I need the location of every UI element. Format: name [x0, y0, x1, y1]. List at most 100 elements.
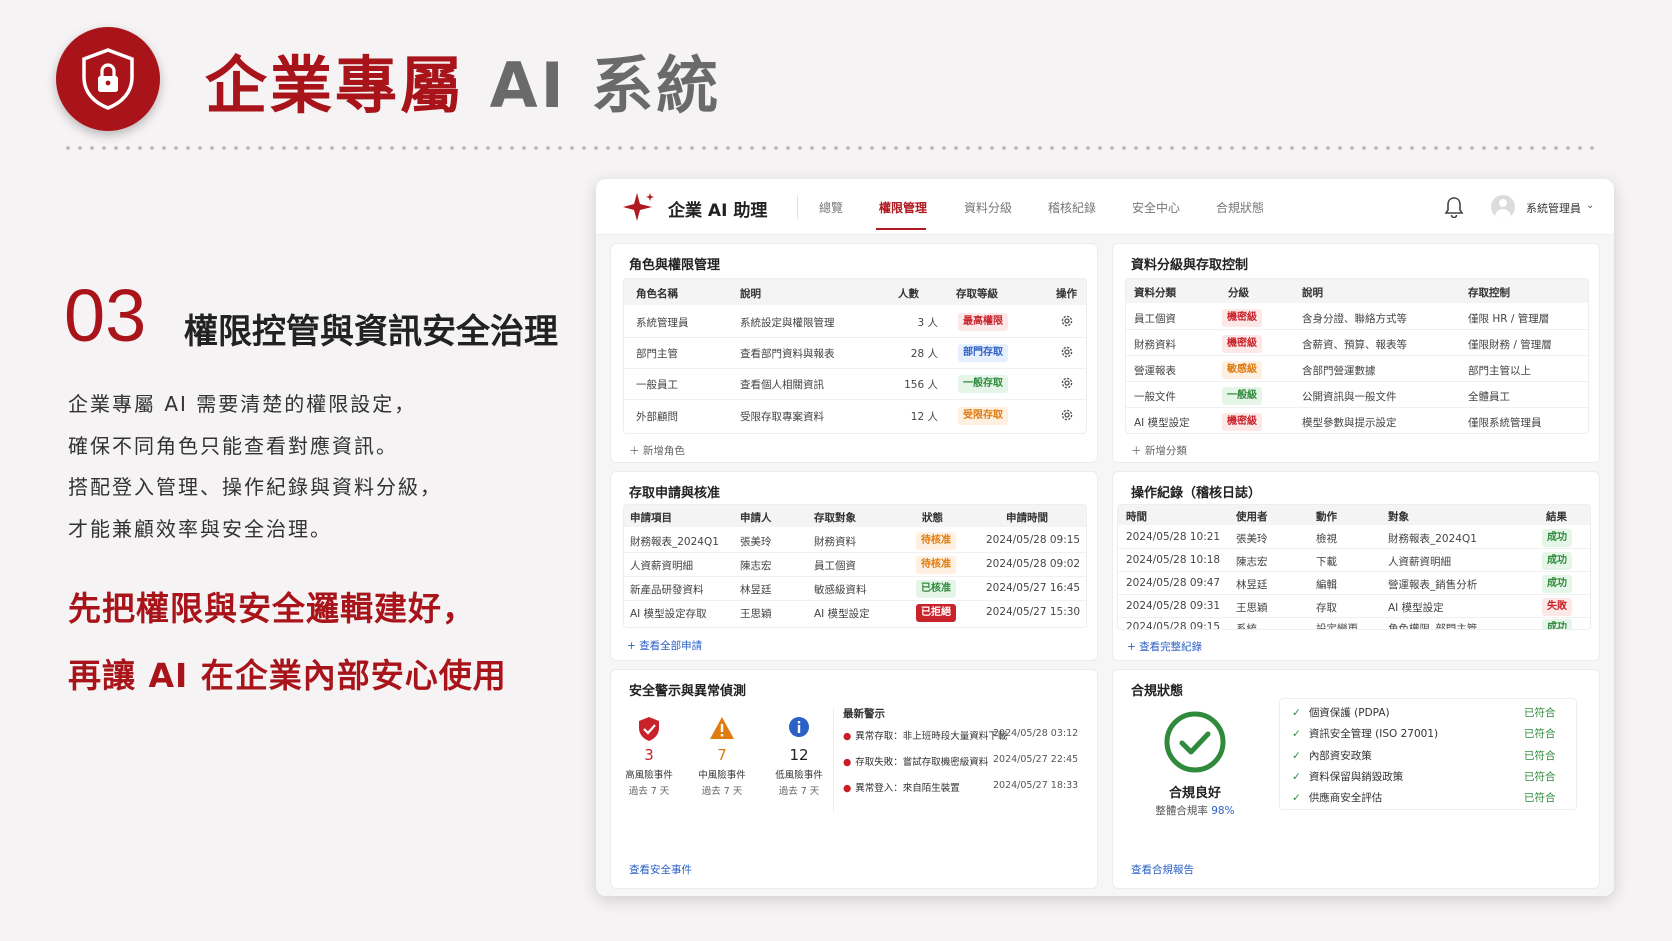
check-icon: ✓ [1292, 771, 1301, 783]
role-desc: 受限存取專案資料 [740, 411, 824, 423]
class-access: 僅限 HR / 管理層 [1468, 313, 1550, 325]
app-brand: 企業 AI 助理 [668, 201, 768, 221]
audit-time: 2024/05/28 09:15 [1126, 621, 1221, 630]
request-item[interactable]: 新產品研發資料 [630, 582, 704, 597]
gear-icon[interactable] [1060, 376, 1074, 390]
view-all-requests-link[interactable]: + 查看全部申請 [627, 638, 702, 653]
alert-item[interactable]: ● 異常存取：非上班時段大量資料下載 [843, 728, 1007, 742]
result-badge: 成功 [1542, 552, 1572, 570]
add-role-button[interactable]: ＋ 新增角色 [629, 443, 685, 458]
view-compliance-report-link[interactable]: 查看合規報告 [1131, 862, 1194, 877]
audit-user: 陳志宏 [1236, 556, 1268, 568]
result-badge: 成功 [1542, 619, 1572, 629]
add-category-button[interactable]: ＋ 新增分類 [1131, 443, 1187, 458]
roles-table: 角色名稱 說明 人數 存取等級 操作 系統管理員 系統設定與權限管理 3 人 最… [623, 278, 1087, 434]
status-badge: 已核准 [916, 580, 956, 598]
slide-title: 企業專屬 AI 系統 [205, 46, 721, 126]
tab-permissions[interactable]: 權限管理 [879, 199, 927, 216]
tab-security[interactable]: 安全中心 [1132, 199, 1180, 216]
audit-time: 2024/05/28 10:18 [1126, 554, 1221, 566]
view-full-log-link[interactable]: + 查看完整紀錄 [1127, 639, 1202, 654]
tab-classification[interactable]: 資料分級 [964, 199, 1012, 216]
gear-icon[interactable] [1060, 345, 1074, 359]
check-icon: ✓ [1292, 750, 1301, 762]
tab-compliance[interactable]: 合規狀態 [1216, 199, 1264, 216]
classification-card-title: 資料分級與存取控制 [1131, 258, 1249, 273]
medium-risk-period: 過去 7 天 [701, 786, 743, 797]
role-count: 156 人 [904, 379, 938, 391]
access-badge: 受限存取 [958, 407, 1008, 425]
bell-icon[interactable] [1444, 196, 1464, 218]
user-name[interactable]: 系統管理員 [1526, 200, 1581, 216]
slide-title-red: 企業專屬 [205, 49, 466, 122]
col-header: 角色名稱 [636, 288, 678, 300]
audit-table-header: 時間 使用者 動作 對象 結果 [1118, 505, 1590, 525]
alert-text: 異常登入：來自陌生裝置 [855, 783, 960, 794]
audit-user: 林昱廷 [1236, 579, 1268, 591]
gear-icon[interactable] [1060, 314, 1074, 328]
col-header: 資料分類 [1134, 287, 1176, 299]
alert-dot: ● [843, 731, 852, 742]
status-badge: 待核准 [916, 556, 956, 574]
security-card-title: 安全警示與異常偵測 [629, 684, 747, 699]
class-category: 一般文件 [1134, 391, 1176, 403]
col-header: 對象 [1388, 511, 1409, 523]
compliance-item-status: 已符合 [1524, 771, 1556, 783]
class-access: 僅限系統管理員 [1468, 417, 1542, 429]
compliance-item-status: 已符合 [1524, 707, 1556, 719]
dashboard-content: 角色與權限管理 角色名稱 說明 人數 存取等級 操作 系統管理員 系統設定與權限… [596, 235, 1614, 896]
request-item[interactable]: AI 模型設定存取 [630, 606, 707, 621]
compliance-item: ✓ 個資保護 (PDPA) [1292, 705, 1390, 720]
chevron-down-icon[interactable]: ⌄ [1586, 200, 1594, 211]
roles-table-header: 角色名稱 說明 人數 存取等級 操作 [624, 279, 1086, 305]
avatar[interactable] [1491, 195, 1515, 219]
role-count: 28 人 [910, 348, 938, 360]
compliance-card-title: 合規狀態 [1131, 684, 1184, 699]
compliance-item: ✓ 供應商安全評估 [1292, 790, 1382, 805]
compliance-item-name: 供應商安全評估 [1308, 792, 1383, 804]
add-role-label: 新增角色 [642, 445, 685, 457]
tab-overview[interactable]: 總覽 [819, 199, 843, 216]
col-header: 存取控制 [1468, 287, 1510, 299]
access-badge: 部門存取 [958, 344, 1008, 362]
request-item[interactable]: 人資薪資明細 [630, 558, 693, 573]
audit-action: 編輯 [1316, 579, 1337, 591]
col-header: 說明 [1302, 287, 1323, 299]
high-risk-count: 3 [644, 746, 654, 764]
compliance-item-name: 內部資安政策 [1308, 750, 1372, 762]
classification-table-header: 資料分類 分級 說明 存取控制 [1126, 279, 1588, 303]
section-number: 03 [64, 274, 147, 357]
warning-icon [710, 717, 734, 739]
body-line: 確保不同角色只能查看對應資訊。 [68, 433, 398, 458]
class-badge: 機密級 [1222, 335, 1262, 353]
brand-divider [797, 195, 798, 219]
alert-item[interactable]: ● 異常登入：來自陌生裝置 [843, 780, 960, 794]
audit-time: 2024/05/28 10:21 [1126, 531, 1221, 543]
check-icon: ✓ [1292, 792, 1301, 804]
role-desc: 查看部門資料與報表 [740, 348, 835, 360]
class-desc: 模型參數與提示設定 [1302, 417, 1397, 429]
gear-icon[interactable] [1060, 408, 1074, 422]
audit-card: 操作紀錄（稽核日誌） 時間 使用者 動作 對象 結果 2024/05/28 10… [1112, 471, 1600, 661]
audit-user: 王思穎 [1236, 602, 1268, 614]
section-title: 權限控管與資訊安全治理 [184, 312, 558, 352]
compliance-list: ✓ 個資保護 (PDPA) 已符合 ✓ 資訊安全管理 (ISO 27001) 已符合… [1279, 698, 1577, 810]
tab-audit[interactable]: 稽核紀錄 [1048, 199, 1096, 216]
compliance-rate-label: 整體合規率 [1155, 805, 1208, 817]
class-badge: 機密級 [1222, 413, 1262, 431]
request-time: 2024/05/28 09:15 [986, 534, 1081, 546]
col-header: 狀態 [922, 512, 943, 524]
class-badge: 一般級 [1222, 387, 1262, 405]
check-icon: ✓ [1292, 728, 1301, 740]
audit-action: 設定變更 [1316, 623, 1358, 630]
col-header: 申請時間 [1006, 512, 1048, 524]
plus-icon: ＋ [1131, 445, 1142, 457]
request-target: 敏感級資料 [814, 584, 867, 596]
request-item[interactable]: 財務報表_2024Q1 [630, 534, 719, 549]
audit-time: 2024/05/28 09:31 [1126, 600, 1221, 612]
audit-target: 財務報表_2024Q1 [1388, 533, 1477, 545]
class-access: 全體員工 [1468, 391, 1510, 403]
col-header: 存取等級 [956, 288, 998, 300]
view-security-events-link[interactable]: 查看安全事件 [629, 862, 692, 877]
alert-item[interactable]: ● 存取失敗：嘗試存取機密級資料 [843, 754, 988, 768]
